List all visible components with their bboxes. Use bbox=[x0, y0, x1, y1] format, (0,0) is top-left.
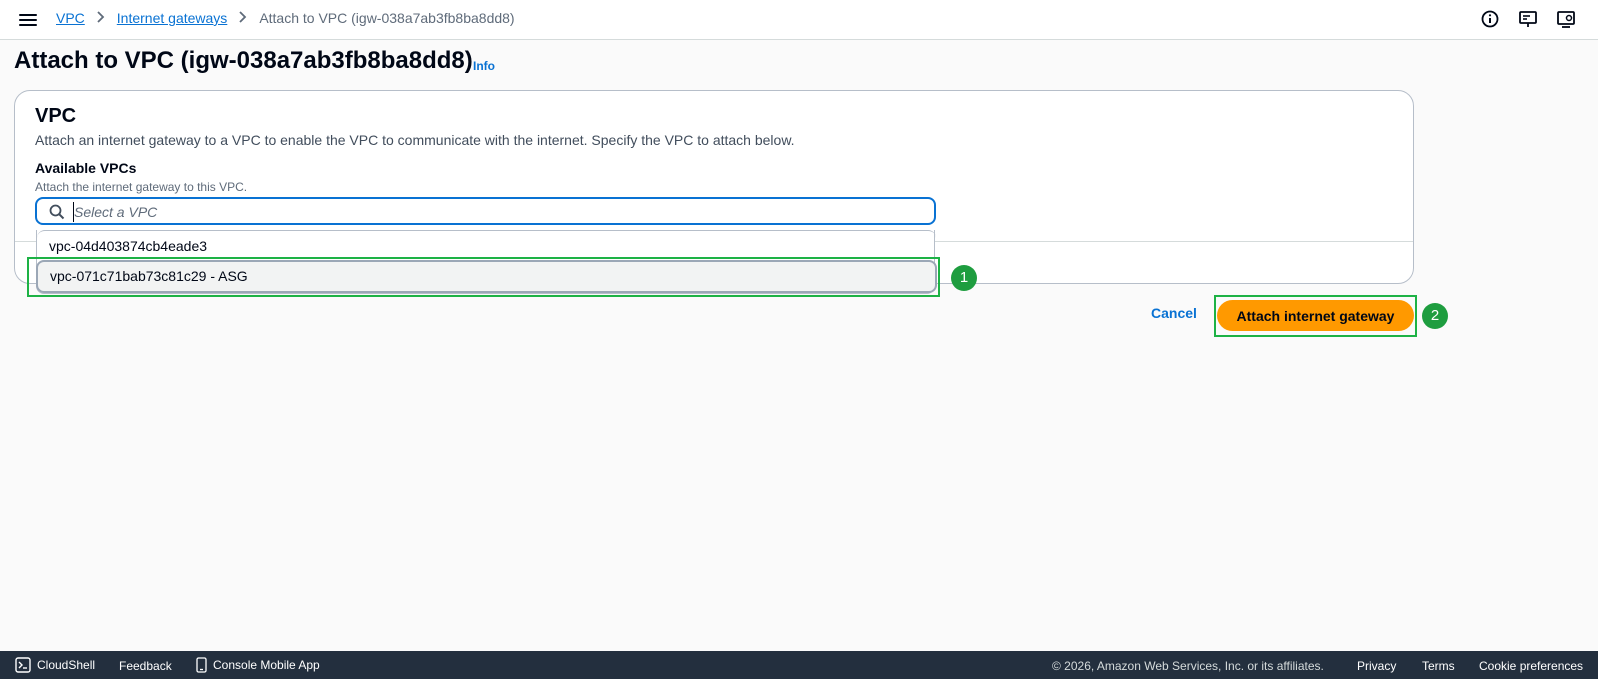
top-icons bbox=[1480, 9, 1576, 29]
vpc-option-highlighted[interactable]: vpc-071c71bab73c81c29 - ASG bbox=[36, 260, 937, 293]
chevron-right-icon bbox=[97, 10, 105, 26]
cookie-preferences-link[interactable]: Cookie preferences bbox=[1479, 659, 1583, 673]
menu-icon[interactable] bbox=[18, 11, 38, 29]
console-mobile-app-link[interactable]: Console Mobile App bbox=[196, 657, 320, 673]
terminal-icon bbox=[15, 657, 31, 673]
annotation-badge: 1 bbox=[951, 265, 977, 291]
copyright-text: © 2026, Amazon Web Services, Inc. or its… bbox=[1052, 659, 1324, 673]
attach-internet-gateway-button[interactable]: Attach internet gateway bbox=[1217, 300, 1414, 331]
feedback-link[interactable]: Feedback bbox=[119, 659, 172, 673]
info-circle-icon[interactable] bbox=[1480, 9, 1500, 29]
section-description: Attach an internet gateway to a VPC to e… bbox=[35, 132, 795, 148]
notifications-icon[interactable] bbox=[1518, 9, 1538, 29]
vpc-option[interactable]: vpc-04d403874cb4eade3 bbox=[37, 230, 936, 260]
vpc-select[interactable] bbox=[35, 197, 936, 225]
vpc-search-input[interactable] bbox=[73, 202, 913, 222]
settings-icon[interactable] bbox=[1556, 9, 1576, 29]
breadcrumb: VPC Internet gateways Attach to VPC (igw… bbox=[56, 10, 515, 26]
terms-link[interactable]: Terms bbox=[1422, 659, 1455, 673]
breadcrumb-vpc[interactable]: VPC bbox=[56, 10, 85, 26]
mobile-icon bbox=[196, 657, 207, 673]
search-icon bbox=[49, 204, 65, 220]
vpc-dropdown-list: vpc-04d403874cb4eade3 vpc-071c71bab73c81… bbox=[36, 230, 937, 294]
section-title: VPC bbox=[35, 105, 77, 127]
breadcrumb-internet-gateways[interactable]: Internet gateways bbox=[117, 10, 228, 26]
cancel-button[interactable]: Cancel bbox=[1151, 305, 1197, 321]
top-navigation: VPC Internet gateways Attach to VPC (igw… bbox=[0, 0, 1598, 40]
page-title: Attach to VPC (igw-038a7ab3fb8ba8dd8) bbox=[14, 47, 473, 74]
cloudshell-label: CloudShell bbox=[37, 658, 96, 672]
breadcrumb-current: Attach to VPC (igw-038a7ab3fb8ba8dd8) bbox=[259, 10, 515, 26]
available-vpcs-label: Available VPCs bbox=[35, 160, 137, 176]
annotation-badge: 2 bbox=[1422, 303, 1448, 329]
available-vpcs-description: Attach the internet gateway to this VPC. bbox=[35, 180, 248, 194]
footer: CloudShell Feedback Console Mobile App ©… bbox=[0, 651, 1598, 679]
cloudshell-link[interactable]: CloudShell bbox=[15, 657, 95, 673]
chevron-right-icon bbox=[239, 10, 247, 26]
privacy-link[interactable]: Privacy bbox=[1357, 659, 1396, 673]
info-link[interactable]: Info bbox=[473, 59, 495, 73]
console-mobile-app-label: Console Mobile App bbox=[213, 658, 320, 672]
